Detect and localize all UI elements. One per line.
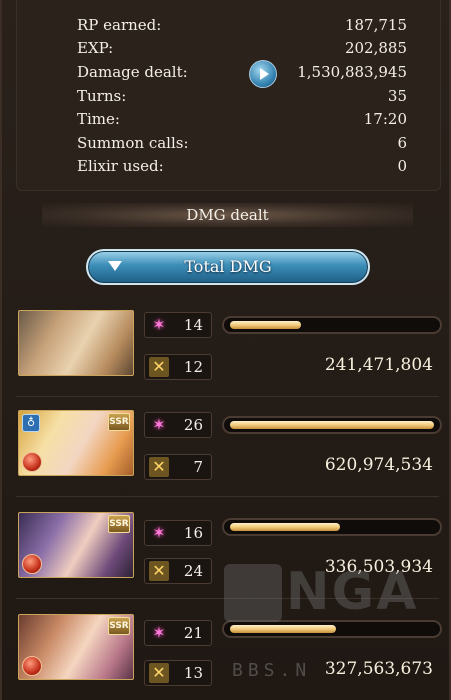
skill-count-box: ✶ 16 bbox=[144, 520, 212, 546]
total-dmg-dropdown-button[interactable]: Total DMG bbox=[86, 249, 370, 285]
ougi-count: 24 bbox=[183, 562, 203, 580]
result-label: RP earned: bbox=[77, 16, 162, 34]
damage-value: 241,471,804 bbox=[324, 355, 433, 375]
skill-count: 21 bbox=[183, 624, 203, 642]
play-icon[interactable] bbox=[249, 60, 277, 88]
result-label: Elixir used: bbox=[77, 157, 164, 175]
skill-count-box: ✶ 26 bbox=[144, 412, 212, 438]
ssr-badge-icon: SSR bbox=[108, 413, 130, 431]
result-value: 35 bbox=[387, 87, 407, 105]
ougi-count-box: ✕ 13 bbox=[144, 660, 212, 686]
result-row-damage: Damage dealt: 1,530,883,945 bbox=[77, 61, 407, 83]
result-label: Turns: bbox=[77, 87, 127, 105]
result-row-elixir: Elixir used: 0 bbox=[77, 155, 407, 177]
damage-value: 327,563,673 bbox=[324, 659, 433, 679]
fire-element-icon bbox=[22, 656, 42, 676]
ougi-count: 12 bbox=[183, 358, 203, 376]
class-icon: ♁ bbox=[22, 414, 40, 432]
skill-icon: ✶ bbox=[152, 315, 166, 334]
result-value: 17:20 bbox=[363, 110, 407, 128]
ougi-icon: ✕ bbox=[149, 457, 169, 477]
skill-count: 14 bbox=[183, 316, 203, 334]
result-row-time: Time: 17:20 bbox=[77, 108, 407, 130]
damage-bar-fill bbox=[230, 523, 341, 531]
damage-bar-fill bbox=[230, 321, 302, 329]
skill-count-box: ✶ 14 bbox=[144, 312, 212, 338]
result-value: 187,715 bbox=[344, 16, 407, 34]
fire-element-icon bbox=[22, 554, 42, 574]
damage-bar-fill bbox=[230, 421, 434, 429]
result-row-turns: Turns: 35 bbox=[77, 85, 407, 107]
character-portrait[interactable] bbox=[18, 310, 134, 376]
skill-icon: ✶ bbox=[152, 523, 166, 542]
ougi-count: 7 bbox=[193, 458, 203, 476]
ougi-count-box: ✕ 7 bbox=[144, 454, 212, 480]
skill-icon: ✶ bbox=[152, 623, 166, 642]
ougi-icon: ✕ bbox=[149, 561, 169, 581]
watermark-paw-icon bbox=[224, 564, 282, 622]
ougi-count-box: ✕ 12 bbox=[144, 354, 212, 380]
character-portrait[interactable]: SSR bbox=[18, 614, 134, 680]
result-value: 6 bbox=[397, 134, 407, 152]
result-label: Damage dealt: bbox=[77, 63, 188, 81]
ougi-count: 13 bbox=[183, 664, 203, 682]
watermark-text: BBS.N bbox=[232, 660, 312, 681]
ougi-count-box: ✕ 24 bbox=[144, 558, 212, 584]
skill-count-box: ✶ 21 bbox=[144, 620, 212, 646]
watermark-logo: NGA bbox=[286, 562, 419, 622]
ssr-badge-icon: SSR bbox=[108, 515, 130, 533]
damage-bar bbox=[222, 416, 442, 434]
section-header: DMG dealt bbox=[42, 203, 413, 227]
result-value: 202,885 bbox=[344, 39, 407, 57]
character-portrait[interactable]: SSR bbox=[18, 512, 134, 578]
damage-bar-fill bbox=[230, 625, 337, 633]
result-label: Time: bbox=[77, 110, 120, 128]
result-value: 1,530,883,945 bbox=[297, 63, 407, 81]
character-row: ♁ SSR ✶ 26 ✕ 7 620,974,534 bbox=[16, 408, 442, 497]
skill-icon: ✶ bbox=[152, 415, 166, 434]
battle-results-panel: RP earned: 187,715 EXP: 202,885 Damage d… bbox=[0, 0, 451, 700]
result-value: 0 bbox=[397, 157, 407, 175]
character-row: ✶ 14 ✕ 12 241,471,804 bbox=[16, 308, 442, 397]
ougi-icon: ✕ bbox=[149, 663, 169, 683]
damage-bar bbox=[222, 518, 442, 536]
skill-count: 16 bbox=[183, 524, 203, 542]
damage-value: 620,974,534 bbox=[324, 455, 433, 475]
dropdown-label: Total DMG bbox=[184, 257, 272, 276]
result-row-exp: EXP: 202,885 bbox=[77, 37, 407, 59]
ougi-icon: ✕ bbox=[149, 357, 169, 377]
result-label: Summon calls: bbox=[77, 134, 189, 152]
ssr-badge-icon: SSR bbox=[108, 617, 130, 635]
damage-bar bbox=[222, 316, 442, 334]
results-summary: RP earned: 187,715 EXP: 202,885 Damage d… bbox=[16, 0, 441, 191]
fire-element-icon bbox=[22, 452, 42, 472]
result-label: EXP: bbox=[77, 39, 114, 57]
skill-count: 26 bbox=[183, 416, 203, 434]
result-row-summon: Summon calls: 6 bbox=[77, 132, 407, 154]
result-row-rp: RP earned: 187,715 bbox=[77, 14, 407, 36]
character-portrait[interactable]: ♁ SSR bbox=[18, 410, 134, 476]
